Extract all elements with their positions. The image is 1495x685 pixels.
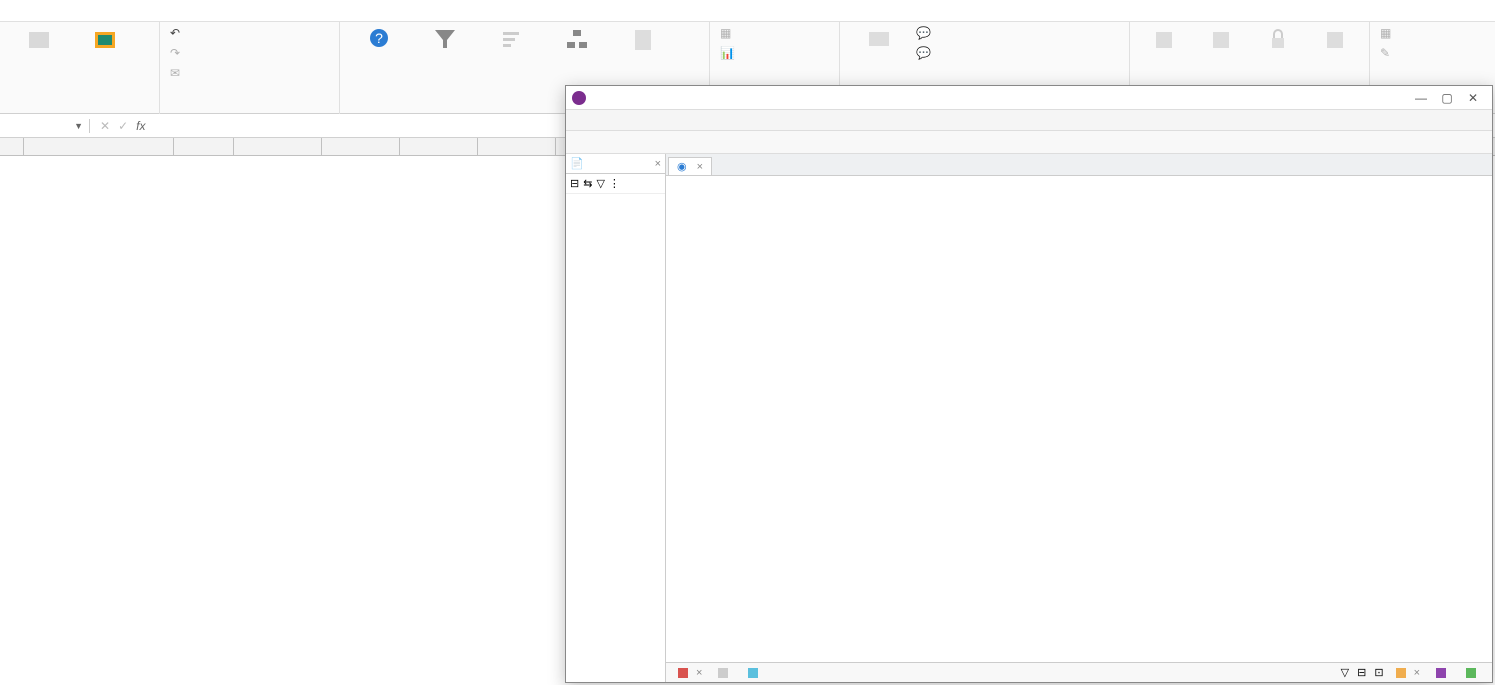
keyfigures-button[interactable]: 📊	[716, 44, 856, 64]
comments-button[interactable]	[846, 24, 912, 64]
filter-button[interactable]	[412, 24, 478, 58]
hierarchy-icon	[563, 26, 591, 54]
comment-delete-icon: 💬	[916, 46, 932, 62]
sort-button[interactable]	[478, 24, 544, 58]
joblog-tab[interactable]	[740, 668, 770, 678]
fx-icon[interactable]: fx	[136, 119, 145, 133]
bottom-tabs: × ▽ ⊟ ⊡ ×	[666, 662, 1492, 682]
search-icon	[1396, 668, 1406, 678]
editor-tab-icon: ◉	[677, 160, 687, 173]
redo-button[interactable]: ↷	[166, 44, 333, 64]
comment-delete-button[interactable]: 💬	[912, 44, 1112, 64]
hierarchy-button[interactable]	[544, 24, 610, 58]
messages-button[interactable]: ✉	[166, 64, 333, 84]
plan-icon	[1150, 26, 1178, 54]
cancel-icon[interactable]: ✕	[100, 119, 110, 133]
group-label-datasource	[6, 110, 153, 114]
comment-new-icon: 💬	[916, 26, 932, 42]
abap-icon	[1436, 668, 1446, 678]
confirm-icon[interactable]: ✓	[118, 119, 128, 133]
history-icon	[718, 668, 728, 678]
history-tab[interactable]	[710, 668, 740, 678]
undo-button[interactable]: ↶	[166, 24, 333, 44]
svg-text:?: ?	[375, 30, 383, 46]
eclipse-window: — ▢ ✕ 📄 × ⊟ ⇆ ▽ ⋮ ◉	[565, 85, 1493, 683]
formula-input[interactable]	[149, 119, 509, 133]
prompts-icon: ?	[365, 26, 393, 54]
change-button[interactable]: ✎	[1376, 44, 1466, 64]
sea-tab[interactable]: ×	[1388, 667, 1428, 679]
explorer-tree[interactable]	[566, 194, 665, 682]
messages-icon: ✉	[170, 66, 186, 82]
col-E[interactable]	[400, 138, 478, 155]
sort-icon	[497, 26, 525, 54]
cube-icon	[25, 26, 53, 54]
explorer-close-icon[interactable]: ×	[655, 158, 661, 170]
excel-menubar	[0, 0, 1495, 22]
project-explorer: 📄 × ⊟ ⇆ ▽ ⋮	[566, 154, 666, 682]
problems-icon	[678, 668, 688, 678]
pencil-icon: ✎	[1380, 46, 1396, 62]
menu-icon[interactable]: ⋮	[609, 177, 620, 190]
comment-new-button[interactable]: 💬	[912, 24, 1112, 44]
link-icon[interactable]: ⇆	[583, 177, 592, 190]
filter-icon	[431, 26, 459, 54]
editor-area: ◉ × × ▽ ⊟ ⊡ ×	[666, 154, 1492, 682]
new-icon	[1207, 26, 1235, 54]
close-button[interactable]: ✕	[1460, 91, 1486, 105]
name-box-input[interactable]	[6, 119, 56, 133]
refresh-icon	[91, 26, 119, 54]
name-box[interactable]: ▼	[0, 119, 90, 133]
tab-close-icon[interactable]: ×	[696, 667, 702, 679]
collapse-icon[interactable]: ⊟	[570, 177, 579, 190]
group-label-actions	[166, 110, 333, 114]
eclipse-menubar	[566, 110, 1492, 130]
minimize-button[interactable]: —	[1408, 91, 1434, 105]
calc-button[interactable]	[610, 24, 676, 58]
calc-icon	[629, 26, 657, 54]
bottom-filter-icon[interactable]: ▽	[1341, 666, 1349, 679]
col-A[interactable]	[24, 138, 174, 155]
workstatus-icon	[1321, 26, 1349, 54]
show-button[interactable]: ▦	[1376, 24, 1466, 44]
plan-button[interactable]	[1136, 24, 1193, 58]
joblog-icon	[748, 668, 758, 678]
eclipse-titlebar[interactable]: — ▢ ✕	[566, 86, 1492, 110]
workstatus-button[interactable]	[1306, 24, 1363, 58]
new-button[interactable]	[1193, 24, 1250, 58]
lock-icon	[1264, 26, 1292, 54]
explorer-tab-icon: 📄	[570, 157, 584, 170]
code-editor[interactable]	[666, 176, 1492, 662]
namebox-dropdown-icon[interactable]: ▼	[74, 121, 83, 131]
col-F[interactable]	[478, 138, 556, 155]
cells-button[interactable]	[1250, 24, 1307, 58]
col-B[interactable]	[174, 138, 234, 155]
redo-icon: ↷	[170, 46, 186, 62]
dict-tab[interactable]	[1458, 668, 1488, 678]
aba-tab[interactable]	[1428, 668, 1458, 678]
refresh-all-button[interactable]	[72, 24, 138, 58]
col-C[interactable]	[234, 138, 322, 155]
elements-icon: ▦	[720, 26, 736, 42]
prompts-button[interactable]: ?	[346, 24, 412, 58]
explorer-toolbar: ⊟ ⇆ ▽ ⋮	[566, 174, 665, 194]
dict-icon	[1466, 668, 1476, 678]
select-all-corner[interactable]	[0, 138, 24, 155]
comments-icon	[865, 26, 893, 54]
col-D[interactable]	[322, 138, 400, 155]
bottom-max-icon[interactable]: ⊡	[1374, 666, 1383, 679]
keyfigures-icon: 📊	[720, 46, 736, 62]
editor-tab-close-icon[interactable]: ×	[697, 161, 703, 173]
insert-datasource-button[interactable]	[6, 24, 72, 58]
eclipse-toolbar	[566, 130, 1492, 154]
bottom-min-icon[interactable]: ⊟	[1357, 666, 1366, 679]
problems-tab[interactable]: ×	[670, 667, 710, 679]
filter-tree-icon[interactable]: ▽	[596, 177, 604, 190]
editor-tab[interactable]: ◉ ×	[668, 157, 712, 175]
show-icon: ▦	[1380, 26, 1396, 42]
eclipse-icon	[572, 91, 586, 105]
undo-icon: ↶	[170, 26, 186, 42]
elements-button[interactable]: ▦	[716, 24, 856, 44]
maximize-button[interactable]: ▢	[1434, 91, 1460, 105]
